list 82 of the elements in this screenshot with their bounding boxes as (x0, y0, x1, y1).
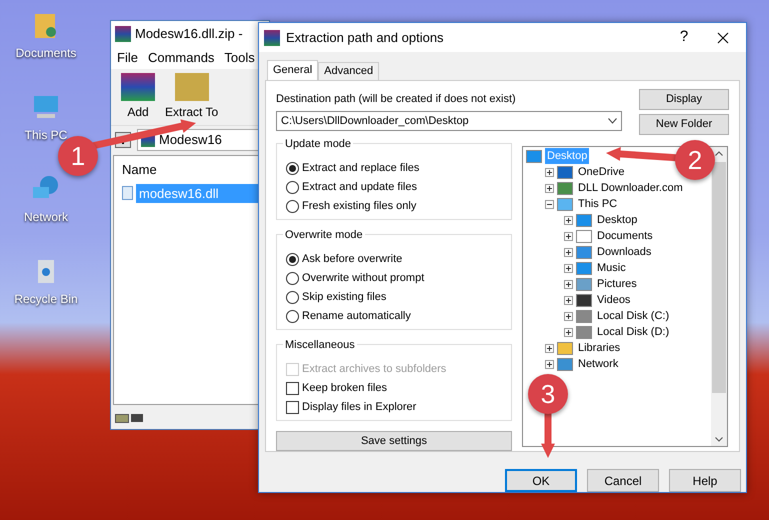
option-label: Skip existing files (302, 290, 386, 305)
tree-item[interactable]: Videos (595, 292, 632, 308)
plus-icon (565, 232, 572, 240)
option-label: Ask before overwrite (302, 252, 402, 267)
toolbar-button[interactable]: Extract To (165, 73, 218, 121)
path-combobox[interactable]: C:\Users\DllDownloader_com\Desktop (276, 110, 622, 132)
expand-toggle[interactable] (545, 184, 554, 192)
expand-toggle[interactable] (564, 264, 573, 272)
checkbox[interactable] (286, 382, 299, 395)
option-label: Extract and update files (302, 180, 417, 195)
option-label: Rename automatically (302, 308, 411, 324)
option-label: Display files in Explorer (302, 400, 416, 415)
dialog-title: Extraction path and options (286, 28, 445, 47)
radio-button[interactable] (286, 162, 299, 175)
tree-item[interactable]: This PC (576, 196, 620, 212)
expand-toggle[interactable] (545, 360, 554, 368)
plus-icon (546, 344, 553, 352)
side-button[interactable]: New Folder (639, 114, 729, 135)
tab[interactable]: Advanced (318, 62, 380, 80)
scroll-thumb[interactable] (712, 162, 726, 393)
expand-toggle[interactable] (564, 328, 573, 336)
tree-item[interactable]: Network (576, 356, 620, 372)
menu-item[interactable]: Tools (224, 48, 255, 68)
side-button[interactable]: Display (639, 89, 729, 110)
expand-toggle[interactable] (564, 312, 573, 320)
tree-item[interactable]: Pictures (595, 276, 639, 292)
save-settings-button[interactable]: Save settings (276, 431, 512, 451)
tree-item[interactable]: Local Disk (D:) (595, 324, 672, 340)
dialog-button[interactable]: Cancel (587, 469, 659, 492)
dialog-button[interactable]: Help (669, 469, 741, 492)
plus-icon (565, 312, 572, 320)
expand-toggle[interactable] (545, 200, 554, 208)
expand-toggle[interactable] (564, 296, 573, 304)
tab[interactable]: General (267, 60, 318, 80)
menu-item[interactable]: File (117, 48, 138, 68)
scrollbar[interactable] (711, 147, 727, 446)
plus-icon (546, 168, 553, 176)
expand-toggle[interactable] (545, 168, 554, 176)
tree-item[interactable]: Downloads (595, 244, 654, 260)
option-label: Fresh existing files only (302, 198, 416, 214)
expand-toggle[interactable] (545, 344, 554, 352)
plus-icon (565, 328, 572, 336)
file-icon (122, 186, 133, 200)
plus-icon (546, 360, 553, 368)
expand-toggle[interactable] (564, 232, 573, 240)
chevron-down-icon[interactable] (715, 437, 723, 442)
tree-item[interactable]: Desktop (595, 212, 640, 228)
tree-item[interactable]: Music (595, 260, 628, 276)
plus-icon (565, 216, 572, 224)
tree-item[interactable]: Local Disk (C:) (595, 308, 672, 324)
plus-icon (565, 296, 572, 304)
option-label: Keep broken files (302, 380, 387, 396)
expand-toggle[interactable] (564, 280, 573, 288)
window-title: Modesw16.dll.zip - (135, 25, 243, 44)
option-label: Overwrite without prompt (302, 270, 424, 286)
radio-button[interactable] (286, 310, 299, 323)
plus-icon (565, 280, 572, 288)
plus-icon (565, 264, 572, 272)
option-label: Extract and replace files (302, 160, 420, 176)
tree-item[interactable]: DLL Downloader.com (576, 180, 685, 196)
radio-button[interactable] (286, 252, 299, 266)
dialog-button[interactable]: OK (505, 469, 577, 492)
tree-item[interactable]: Documents (595, 228, 655, 244)
menu-item[interactable]: Commands (148, 48, 214, 68)
radio-button[interactable] (286, 290, 299, 304)
option-label: Extract archives to subfolders (302, 362, 446, 377)
expand-toggle[interactable] (564, 248, 573, 256)
checkbox[interactable] (286, 400, 299, 414)
plus-icon (565, 248, 572, 256)
toolbar-button[interactable]: Add (121, 73, 155, 121)
plus-icon (546, 184, 553, 192)
expand-toggle[interactable] (564, 216, 573, 224)
address-text: Modesw16 (159, 130, 222, 149)
radio-button[interactable] (286, 272, 299, 285)
chevron-down-icon (608, 118, 617, 124)
chevron-up-icon[interactable] (715, 151, 723, 156)
help-button[interactable]: ? (669, 26, 699, 49)
radio-button[interactable] (286, 180, 299, 194)
tree-item[interactable]: OneDrive (576, 164, 626, 180)
radio-button[interactable] (286, 200, 299, 213)
close-icon[interactable] (717, 32, 729, 44)
tree-item[interactable]: Libraries (576, 340, 622, 356)
